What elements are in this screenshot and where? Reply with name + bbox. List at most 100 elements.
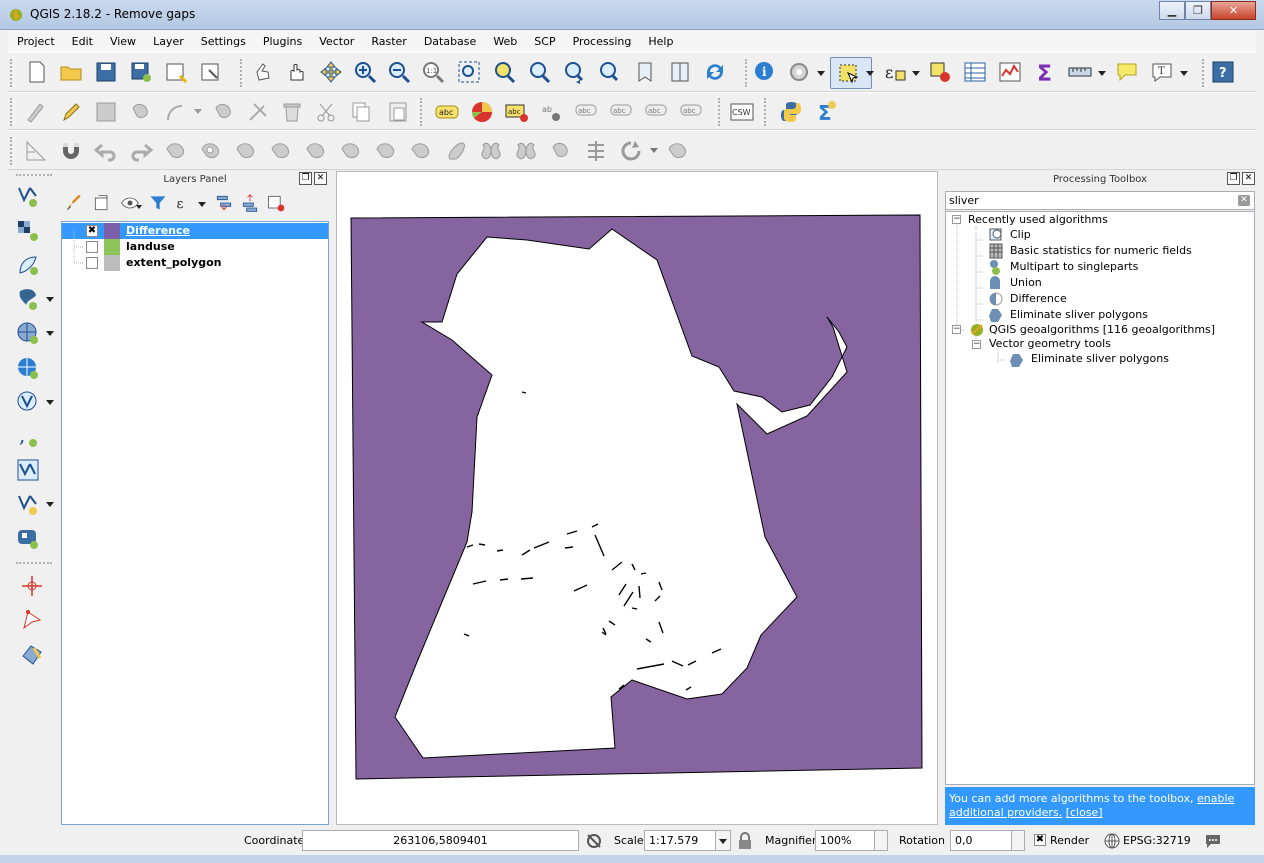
rotate-label-icon[interactable]: abc [645,100,669,124]
pan-map-icon[interactable] [285,60,309,84]
algorithm-search-input[interactable]: sliver ✕ [945,191,1255,210]
zoom-last-icon[interactable] [562,60,586,84]
current-edits-icon[interactable] [24,100,48,124]
save-project-icon[interactable] [94,60,118,84]
menu-scp[interactable]: SCP [525,35,563,48]
redo-icon[interactable] [129,139,153,163]
zoom-next-icon[interactable] [597,60,621,84]
rotate-feature-dropdown[interactable] [650,148,658,153]
algorithm-item[interactable]: Eliminate sliver polygons [1010,308,1148,324]
rotation-spinner[interactable] [1011,830,1025,851]
layer-labeling-icon[interactable]: abc [435,100,459,124]
messages-icon[interactable] [1204,832,1222,850]
algorithm-item[interactable]: Union [1010,276,1042,292]
new-shapefile-layer-icon[interactable] [16,492,40,516]
toolbar-grip[interactable] [10,59,13,87]
simplify-feature-icon[interactable] [164,139,188,163]
algorithm-item[interactable]: Eliminate sliver polygons [1031,352,1169,368]
layer-diagram-icon[interactable] [470,100,494,124]
close-info-link[interactable]: [close] [1066,806,1103,819]
render-checkbox[interactable]: ✖ [1034,834,1046,846]
float-panel-button[interactable]: ❐ [299,172,312,185]
toolbar-grip[interactable] [10,98,13,126]
python-console-icon[interactable] [779,100,803,124]
delete-part-icon[interactable] [246,100,270,124]
lock-scale-icon[interactable] [738,832,752,850]
add-wfs-layer-icon[interactable] [16,356,40,380]
touch-zoom-icon[interactable] [251,60,275,84]
topology-checker-icon[interactable] [20,642,44,666]
run-action-icon[interactable] [787,60,811,84]
composer-manager-icon[interactable] [199,60,223,84]
add-spatialite-layer-icon[interactable] [16,253,40,277]
add-vector-layer-icon[interactable] [16,184,40,208]
zoom-in-icon[interactable] [353,60,377,84]
open-layer-styling-icon[interactable] [64,193,84,213]
coordinate-field[interactable]: 263106,5809401 [302,830,579,851]
algorithm-item[interactable]: Clip [1010,228,1031,244]
filter-expression-dropdown[interactable] [198,202,206,207]
zoom-to-layer-icon[interactable] [527,60,551,84]
copy-features-icon[interactable] [349,100,373,124]
collapse-all-icon[interactable] [240,193,260,213]
clear-search-icon[interactable]: ✕ [1238,195,1250,206]
toolbar-grip[interactable] [240,59,243,87]
menu-view[interactable]: View [101,35,144,48]
select-by-expression-icon[interactable]: ε [883,60,907,84]
toolbar-grip[interactable] [16,562,52,565]
menu-processing[interactable]: Processing [564,35,640,48]
select-features-dropdown[interactable] [866,71,874,76]
help-icon[interactable]: ? [1211,60,1235,84]
toolbar-grip[interactable] [718,98,721,126]
cut-features-icon[interactable] [314,100,338,124]
pin-labels-icon[interactable]: ab [540,100,564,124]
paste-features-icon[interactable] [386,100,410,124]
offset-curve-icon[interactable] [409,139,433,163]
menu-edit[interactable]: Edit [63,35,101,48]
close-panel-button[interactable]: ✕ [1242,172,1255,185]
save-edits-icon[interactable] [94,100,118,124]
scale-combobox[interactable]: 1:17.579 [644,830,716,851]
layer-row[interactable]: landuse [62,239,328,255]
algorithm-item[interactable]: Difference [1010,292,1067,308]
toolbar-grip[interactable] [10,137,13,165]
text-annotation-icon[interactable]: T [1150,60,1174,84]
delete-part-tool-icon[interactable] [339,139,363,163]
undo-icon[interactable] [94,139,118,163]
add-group-icon[interactable] [92,193,112,213]
add-part-icon[interactable] [234,139,258,163]
menu-help[interactable]: Help [639,35,681,48]
menu-layer[interactable]: Layer [144,35,192,48]
new-bookmark-icon[interactable] [634,60,658,84]
layer-row[interactable]: extent_polygon [62,255,328,271]
toolbar-grip[interactable] [420,98,423,126]
new-layer-dropdown[interactable] [46,502,54,507]
new-project-icon[interactable] [25,60,49,84]
magnifier-field[interactable]: 100% [815,830,875,851]
collapse-recent-toggle[interactable]: − [952,215,961,224]
deselect-all-icon[interactable] [928,60,952,84]
open-project-icon[interactable] [59,60,83,84]
difference-polygon[interactable] [350,214,923,780]
algorithm-item[interactable]: Basic statistics for numeric fields [1010,244,1192,260]
menu-settings[interactable]: Settings [192,35,254,48]
field-calculator-icon[interactable] [998,60,1022,84]
manage-visibility-icon[interactable] [120,193,140,213]
filter-legend-icon[interactable] [148,193,168,213]
magnifier-spinner[interactable] [874,830,888,851]
menu-raster[interactable]: Raster [362,35,414,48]
add-ring-icon[interactable] [199,139,223,163]
zoom-to-selection-icon[interactable] [492,60,516,84]
coordinate-capture-icon[interactable] [20,574,44,598]
delete-selected-icon[interactable] [280,100,304,124]
add-virtual-dropdown[interactable] [46,400,54,405]
menu-web[interactable]: Web [484,35,525,48]
toolbar-grip[interactable] [764,98,767,126]
menu-vector[interactable]: Vector [310,35,362,48]
close-panel-button[interactable]: ✕ [314,172,327,185]
show-bookmarks-icon[interactable] [668,60,692,84]
zoom-full-icon[interactable] [457,60,481,84]
map-tips-icon[interactable] [1115,60,1139,84]
minimize-button[interactable]: ▁ [1159,1,1185,20]
split-features-icon[interactable] [444,139,468,163]
